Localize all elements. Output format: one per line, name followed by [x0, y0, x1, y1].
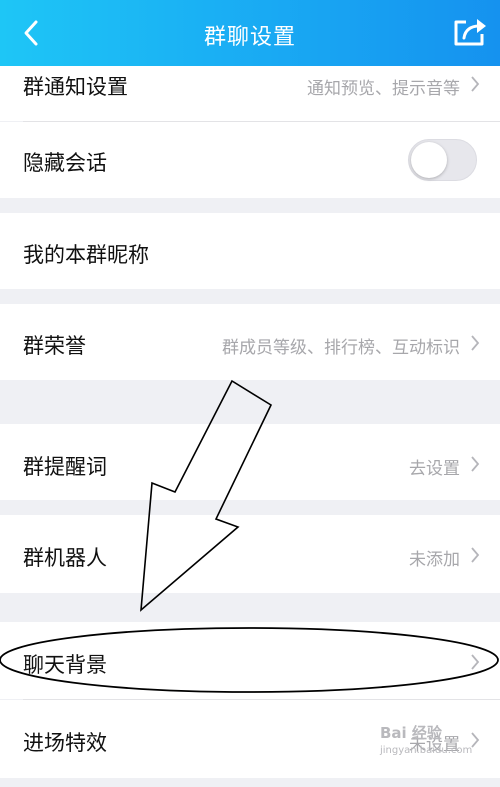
row-label: 进场特效 [23, 731, 107, 755]
row-chat-background[interactable]: 聊天背景 [0, 622, 500, 699]
row-label: 我的本群昵称 [23, 243, 149, 267]
row-label: 隐藏会话 [23, 151, 107, 175]
row-label: 聊天背景 [23, 653, 107, 677]
row-my-group-nickname[interactable]: 我的本群昵称 [0, 213, 500, 289]
row-group-robot[interactable]: 群机器人 未添加 [0, 515, 500, 593]
page-title: 群聊设置 [203, 25, 296, 50]
row-label: 群荣誉 [23, 334, 86, 358]
row-group-notify-settings[interactable]: 群通知设置 通知预览、提示音等 [0, 66, 500, 121]
row-group-honor[interactable]: 群荣誉 群成员等级、排行榜、互动标识 [0, 304, 500, 380]
row-group-reminder-words[interactable]: 群提醒词 去设置 [0, 424, 500, 500]
hide-chat-toggle[interactable] [408, 139, 477, 181]
chevron-right-icon [471, 654, 480, 670]
row-value: 通知预览、提示音等 [307, 79, 460, 99]
row-label: 群通知设置 [23, 75, 128, 99]
chevron-right-icon [471, 335, 480, 351]
chevron-right-icon [471, 547, 480, 563]
watermark-brand: Bai 经验 [380, 724, 442, 742]
chevron-right-icon [471, 76, 480, 92]
row-label: 群提醒词 [23, 455, 107, 479]
chevron-right-icon [471, 456, 480, 472]
nav-header: 群聊设置 [0, 0, 500, 66]
row-label: 群机器人 [23, 546, 107, 570]
toggle-knob [411, 142, 447, 178]
row-value: 去设置 [409, 459, 460, 479]
watermark-url: jingyan.baidu.com [380, 745, 473, 756]
row-hide-chat: 隐藏会话 [0, 122, 500, 198]
watermark: Bai 经验 jingyan.baidu.com [380, 722, 472, 756]
share-icon[interactable] [452, 16, 488, 48]
row-value: 群成员等级、排行榜、互动标识 [222, 338, 460, 358]
row-value: 未添加 [409, 550, 460, 570]
